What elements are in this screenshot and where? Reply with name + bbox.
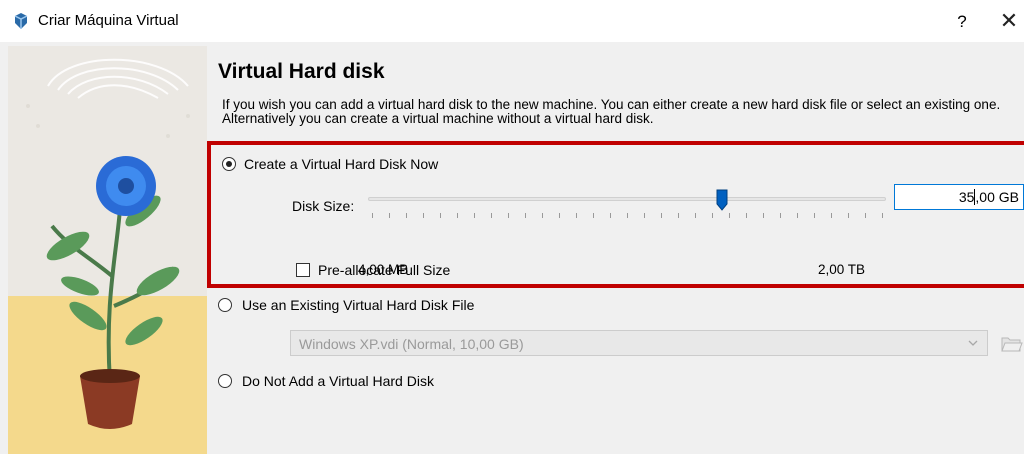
slider-tick (865, 213, 866, 218)
slider-tick (389, 213, 390, 218)
slider-tick (780, 213, 781, 218)
existing-disk-select[interactable]: Windows XP.vdi (Normal, 10,00 GB) (290, 330, 988, 356)
page-title: Virtual Hard disk (218, 60, 385, 83)
slider-tick (525, 213, 526, 218)
disk-size-label: Disk Size: (292, 198, 355, 214)
wizard-illustration (8, 46, 207, 454)
folder-open-icon[interactable] (998, 330, 1024, 356)
slider-handle[interactable] (716, 189, 728, 211)
disk-size-value-rest: ,00 GB (975, 189, 1019, 205)
slider-tick (661, 213, 662, 218)
slider-tick (610, 213, 611, 218)
slider-tick (746, 213, 747, 218)
slider-tick (797, 213, 798, 218)
slider-tick (627, 213, 628, 218)
slider-tick (542, 213, 543, 218)
slider-tick (576, 213, 577, 218)
slider-tick (695, 213, 696, 218)
slider-tick (508, 213, 509, 218)
use-existing-radio[interactable] (218, 298, 232, 312)
slider-tick (423, 213, 424, 218)
slider-tick (491, 213, 492, 218)
window-title: Criar Máquina Virtual (38, 12, 179, 29)
slider-tick (440, 213, 441, 218)
create-disk-radio[interactable] (222, 157, 236, 171)
virtualbox-icon (14, 13, 28, 29)
disk-size-value-integer: 35 (958, 189, 975, 205)
slider-tick (678, 213, 679, 218)
slider-tick (474, 213, 475, 218)
slider-tick (729, 213, 730, 218)
slider-tick (831, 213, 832, 218)
page-description: If you wish you can add a virtual hard d… (222, 97, 1001, 126)
slider-tick (814, 213, 815, 218)
slider-tick (372, 213, 373, 218)
preallocate-checkbox[interactable] (296, 263, 310, 277)
slider-tick (593, 213, 594, 218)
close-button[interactable]: ✕ (994, 9, 1024, 35)
existing-disk-value: Windows XP.vdi (Normal, 10,00 GB) (299, 336, 524, 352)
chevron-down-icon (968, 340, 978, 346)
use-existing-label[interactable]: Use an Existing Virtual Hard Disk File (242, 297, 474, 313)
slider-tick (406, 213, 407, 218)
help-button[interactable]: ? (948, 9, 976, 35)
title-bar: Criar Máquina Virtual ? ✕ (0, 0, 1024, 42)
slider-tick (882, 213, 883, 218)
slider-tick (763, 213, 764, 218)
no-disk-radio[interactable] (218, 374, 232, 388)
no-disk-label[interactable]: Do Not Add a Virtual Hard Disk (242, 373, 434, 389)
slider-tick (457, 213, 458, 218)
create-disk-label[interactable]: Create a Virtual Hard Disk Now (244, 156, 438, 172)
disk-size-input[interactable]: 35,00 GB (894, 184, 1024, 210)
slider-groove (368, 197, 886, 201)
slider-tick (848, 213, 849, 218)
disk-size-slider[interactable] (368, 186, 886, 220)
slider-tick (712, 213, 713, 218)
preallocate-label[interactable]: Pre-allocate Full Size (318, 262, 450, 278)
slider-tick (644, 213, 645, 218)
slider-tick (559, 213, 560, 218)
slider-max-label: 2,00 TB (818, 262, 866, 277)
